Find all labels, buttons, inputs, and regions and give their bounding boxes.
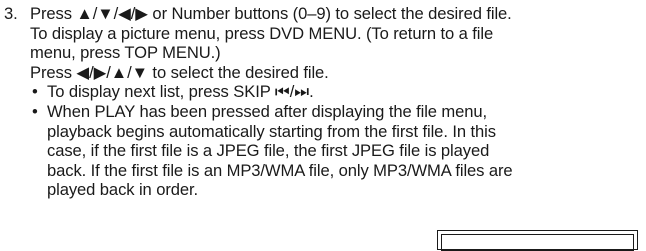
tv-screen-frame-icon [437, 230, 638, 251]
note-line-5: played back in order. [47, 180, 199, 200]
manual-page: 3. Press ▲/▼/◀/▶ or Number buttons (0–9)… [0, 0, 646, 251]
step-line-4: Press ◀/▶/▲/▼ to select the desired file… [30, 62, 329, 82]
step-body: Press ▲/▼/◀/▶ or Number buttons (0–9) to… [30, 4, 642, 200]
note-line-1: When PLAY has been pressed after display… [47, 101, 488, 121]
note-item-play: • When PLAY has been pressed after displ… [30, 102, 642, 200]
note-line-4: back. If the first file is an MP3/WMA fi… [47, 160, 513, 180]
note-line-1: To display next list, press SKIP ⏮/⏭. [47, 82, 314, 102]
bullet-icon: • [32, 82, 38, 102]
note-list: • To display next list, press SKIP ⏮/⏭. … [30, 82, 642, 200]
note-line-2: playback begins automatically starting f… [47, 121, 496, 141]
step-line-3: menu, press TOP MENU.) [30, 43, 221, 63]
note-line-3: case, if the first file is a JPEG file, … [47, 141, 490, 161]
note-item-next-list: • To display next list, press SKIP ⏮/⏭. [30, 82, 642, 102]
step-line-1: Press ▲/▼/◀/▶ or Number buttons (0–9) to… [30, 4, 512, 23]
step-number: 3. [4, 4, 18, 23]
bullet-icon: • [32, 101, 38, 121]
step-line-2: To display a picture menu, press DVD MEN… [30, 23, 494, 43]
